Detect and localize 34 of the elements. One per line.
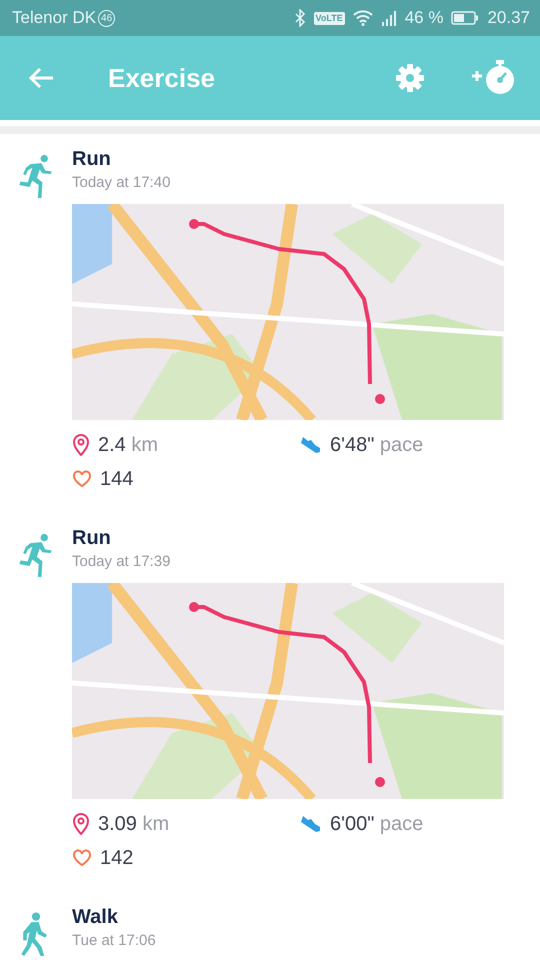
distance-unit: km	[142, 813, 170, 835]
pace-value: 6'48"	[330, 434, 374, 456]
pace-value: 6'00"	[330, 813, 374, 835]
screen-title: Exercise	[108, 62, 216, 94]
sneaker-icon	[300, 436, 322, 454]
activity-title: Walk	[72, 905, 119, 930]
clock-time: 20.37	[487, 7, 530, 30]
heart-icon	[72, 470, 92, 488]
sneaker-icon	[300, 815, 322, 833]
pace-unit: pace	[380, 434, 424, 456]
battery-percent: 46 %	[404, 7, 444, 30]
distance-value: 2.4	[98, 434, 126, 456]
activity-title: Run	[72, 526, 112, 551]
activity-time: Tue at 17:06	[72, 931, 156, 951]
network-badge: 46	[98, 10, 116, 26]
activity-title: Run	[72, 147, 112, 172]
heart-icon	[72, 849, 92, 867]
settings-icon[interactable]	[394, 62, 426, 94]
activity-time: Today at 17:39	[72, 552, 172, 572]
distance-value: 3.09	[98, 813, 137, 835]
signal-icon	[380, 10, 397, 26]
volte-badge: VoLTE	[314, 12, 345, 24]
activity-time: Today at 17:40	[72, 173, 172, 193]
distance-unit: km	[131, 434, 158, 456]
back-arrow-icon[interactable]	[28, 67, 54, 89]
wifi-icon	[352, 10, 373, 26]
carrier-name: Telenor DK	[12, 7, 96, 30]
location-pin-icon	[72, 813, 90, 835]
location-pin-icon	[72, 434, 90, 456]
pace-unit: pace	[380, 813, 424, 835]
battery-icon	[451, 11, 480, 25]
heart-rate: 142	[100, 846, 134, 871]
heart-rate: 144	[100, 467, 134, 492]
bluetooth-icon	[294, 9, 306, 27]
